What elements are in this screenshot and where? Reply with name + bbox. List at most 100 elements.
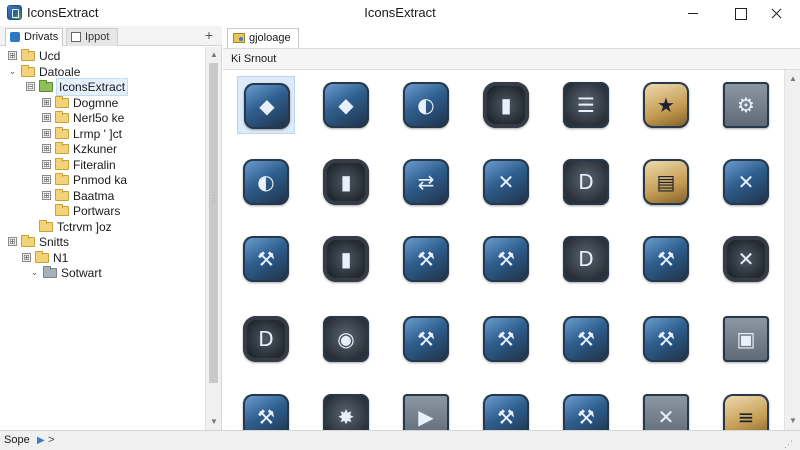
tree-item[interactable]: ⊞ Kzkuner [42,141,205,157]
icon-cell[interactable]: ✕ [717,230,775,288]
expand-toggle-icon[interactable]: ⊞ [42,128,51,138]
splitter-grip-icon[interactable]: ⋮ [210,194,218,203]
icon-cell[interactable]: ✕ [717,153,775,211]
chevron-down-icon[interactable]: ⌄ [8,66,17,76]
tree-item[interactable]: Portwars [42,203,205,219]
tree-item-label: Fiteralin [73,157,116,172]
expand-toggle-icon[interactable]: ⊞ [42,144,51,153]
tree-item-label: N1 [53,250,69,265]
expand-toggle-icon[interactable]: ⊞ [8,237,17,246]
icon-cell[interactable]: ▣ [717,310,775,368]
folder-icon [21,235,35,247]
icon-glyph: D [578,247,594,271]
scroll-up-icon[interactable]: ▲ [789,74,797,83]
icon-cell[interactable]: ★ [637,76,695,134]
tree-scroll-thumb[interactable] [209,63,218,383]
tree-item[interactable]: ⊞ Baatma [42,188,205,204]
icon-cell[interactable]: ⇄ [397,153,455,211]
icon-cell[interactable]: ◆ [237,76,295,134]
expand-toggle-icon[interactable]: ⊞ [42,175,51,184]
icon-cell[interactable]: ✕ [637,388,695,430]
icon-cell[interactable]: ⚒ [557,388,615,430]
tree-item-label: IconsExtract [55,78,129,96]
icon-cell[interactable]: ▤ [637,153,695,211]
tree-item[interactable]: Tctrvm ]oz [26,219,205,235]
scroll-down-icon[interactable]: ▼ [789,416,797,425]
icon-cell[interactable]: ✕ [477,153,535,211]
icon-cell[interactable]: ⚒ [557,310,615,368]
tree-item-label: Lrmp ' ]ct [73,126,122,141]
icon-cell[interactable]: ⚒ [397,230,455,288]
icon-cell[interactable]: ⚒ [637,310,695,368]
icon-cell[interactable]: ▶ [397,388,455,430]
wrench-tile-icon: ⚒ [483,316,529,362]
tab-drives[interactable]: Drivats [5,28,63,46]
icon-cell[interactable]: ◐ [397,76,455,134]
expand-toggle-icon[interactable]: ⊟ [26,82,35,91]
scroll-up-icon[interactable]: ▲ [210,50,218,59]
icon-grid: ◆ ◆ ◐ ▮ ☰ ★ ⚙ ◐ ▮ ⇄ ✕ D ▤ ✕ ⚒ ▮ ⚒ ⚒ D ⚒ ✕ D ◉ ⚒ ⚒ ⚒ ⚒ ▣ ⚒ ✸ ▶ ⚒ ⚒ ✕ ≡ [223,70,790,430]
icon-cell[interactable]: ⚙ [717,76,775,134]
icons-scrollbar[interactable]: ▲ ▼ [784,70,800,430]
minimize-button[interactable] [670,0,716,26]
tree-item-label: Ucd [39,49,61,63]
expand-toggle-icon[interactable]: ⊞ [8,51,17,60]
tree-item[interactable]: ⊞ Pnmod ka [42,172,205,188]
expand-toggle-icon[interactable]: ⊞ [42,190,51,200]
tree-item[interactable]: ⊞ Nerl5o ke [42,110,205,126]
icon-cell[interactable]: ⚒ [397,310,455,368]
icon-cell[interactable]: ◐ [237,153,295,211]
icon-cell[interactable]: D [237,310,295,368]
tab-search-results[interactable]: gjoloage [227,28,299,48]
tree-item-label: Sotwart [61,266,102,280]
folder-icon [55,157,69,170]
tab-import[interactable]: Ippot [66,28,118,46]
wrench-gear-icon: ⚒ [563,316,609,362]
icon-cell[interactable]: D [557,230,615,288]
folder-icon [35,250,49,263]
expand-toggle-icon[interactable]: ⊞ [42,113,51,122]
expand-toggle-icon[interactable]: ⊞ [22,252,31,262]
icon-cell[interactable]: ▮ [317,153,375,211]
icon-cell[interactable]: ≡ [717,388,775,430]
icon-cell[interactable]: ✸ [317,388,375,430]
camera-lens-icon: ◉ [323,316,369,362]
tree-item-label: Baatma [73,188,115,203]
chevron-down-icon[interactable]: ⌄ [30,268,39,277]
icon-glyph: ▶ [418,405,434,429]
icon-cell[interactable]: ▮ [477,76,535,134]
expand-toggle-icon[interactable]: ⊞ [42,159,51,169]
tree-item[interactable]: ⌄ Datoale [8,64,205,80]
icon-cell[interactable]: ⚒ [477,230,535,288]
add-tab-button[interactable]: + [202,27,216,43]
tree-item[interactable]: ⊞ Fiteralin [42,157,205,173]
expand-toggle-icon[interactable]: ⊞ [42,97,51,107]
tree-item[interactable]: ⊞ N1 [22,250,205,266]
tree-item[interactable]: ⊞ Ucd [8,48,205,64]
icon-cell[interactable]: ⚒ [237,230,295,288]
tree-item[interactable]: ⊟ IconsExtract [26,78,205,96]
icon-glyph: ◐ [257,170,275,194]
tree-item[interactable]: ⊞ Snitts [8,234,205,250]
tree-item[interactable]: ⌄ Sotwart [30,265,205,281]
tree-scrollbar[interactable]: ▲ ▼ [205,47,221,430]
status-text: Sope [4,434,30,446]
icon-cell[interactable]: ⚒ [237,388,295,430]
icon-cell[interactable]: D [557,153,615,211]
icon-cell[interactable]: ◉ [317,310,375,368]
icon-cell[interactable]: ⚒ [477,388,535,430]
wrench-glass-icon: ⚒ [403,316,449,362]
icon-cell[interactable]: ☰ [557,76,615,134]
icon-cell[interactable]: ⚒ [477,310,535,368]
icon-cell[interactable]: ▮ [317,230,375,288]
tree-item[interactable]: ⊞ Lrmp ' ]ct [42,126,205,142]
close-button[interactable] [754,0,800,26]
scroll-down-icon[interactable]: ▼ [210,417,218,426]
folder-icon [55,111,69,123]
import-icon [71,32,81,42]
folder-icon [55,173,69,185]
icon-cell[interactable]: ⚒ [637,230,695,288]
icon-cell[interactable]: ◆ [317,76,375,134]
tree-item[interactable]: ⊞ Dogmne [42,95,205,111]
resize-grip-icon[interactable]: ⋰ [784,435,793,450]
